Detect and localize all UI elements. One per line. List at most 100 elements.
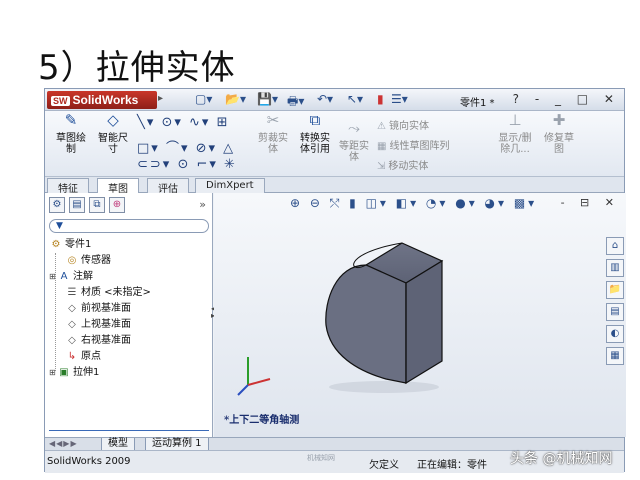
extrude-icon: ▣: [59, 367, 69, 378]
linear-pattern-icon: ▦: [377, 141, 387, 152]
tree-item-label: 原点: [81, 351, 101, 362]
configuration-manager-icon[interactable]: ⧉: [89, 197, 105, 213]
print-icon[interactable]: 🖶▾: [287, 92, 304, 108]
tree-item-right-plane[interactable]: ◇ 右视基准面: [49, 333, 209, 349]
rebuild-icon[interactable]: ▮: [377, 92, 384, 108]
plane-icon: ◇: [68, 319, 76, 330]
tree-item-top-plane[interactable]: ◇ 上视基准面: [49, 317, 209, 333]
status-underdefined: 欠定义: [369, 460, 399, 471]
offset-icon: ⤳: [347, 119, 360, 137]
sketch-button[interactable]: ✎ 草图绘 制: [53, 111, 89, 156]
display-delete-relations-button[interactable]: ⊥ 显示/删 除几...: [495, 113, 535, 156]
repair-sketch-button[interactable]: ✚ 修复草 图: [541, 113, 577, 156]
search-icon[interactable]: ▤: [606, 303, 624, 321]
tab-features[interactable]: 特征: [47, 178, 89, 195]
plane-icon: ◇: [68, 303, 76, 314]
heads-up-view-toolbar[interactable]: ⊕ ⊖ ⤲ ▮ ◫▾ ◧▾ ◔▾ ●▾ ◕▾ ▩▾: [290, 196, 537, 211]
solidworks-window: SW SolidWorks ▸ ▢▾ 📂▾ 💾▾ 🖶▾ ↶▾ ↖▾ ▮ ☰▾ 零件…: [44, 88, 626, 473]
app-name: SolidWorks: [72, 93, 139, 107]
plane-icon: ◇: [68, 335, 76, 346]
feature-manager-icon[interactable]: ⚙: [49, 197, 65, 213]
design-library-icon[interactable]: ▥: [606, 259, 624, 277]
trim-entities-button[interactable]: ✂ 剪裁实 体: [255, 111, 291, 156]
sensor-icon: ◎: [67, 255, 77, 266]
tree-item-front-plane[interactable]: ◇ 前视基准面: [49, 301, 209, 317]
tree-item-annotations[interactable]: ⊞ A 注解: [49, 269, 209, 285]
tree-filter-input[interactable]: ▼: [49, 219, 209, 233]
file-explorer-icon[interactable]: 📁: [606, 281, 624, 299]
mirror-icon: ⚠: [377, 121, 386, 132]
status-editing: 正在编辑：零件: [417, 460, 487, 471]
tree-item-label: 右视基准面: [81, 335, 131, 346]
status-version: SolidWorks 2009: [47, 456, 131, 467]
extruded-solid-model[interactable]: [314, 239, 464, 399]
viewport-window-controls[interactable]: - ⊟ ✕: [561, 196, 620, 209]
part-icon: ⚙: [51, 239, 61, 250]
undo-icon[interactable]: ↶▾: [317, 92, 333, 108]
window-controls[interactable]: ? - _ □ ✕: [513, 92, 620, 106]
material-icon: ☰: [67, 287, 77, 298]
tab-dimxpert[interactable]: DimXpert: [195, 178, 265, 193]
coordinate-triad: [237, 357, 271, 396]
convert-label: 转换实 体引用: [300, 133, 330, 155]
options-icon[interactable]: ☰▾: [391, 92, 408, 108]
new-document-icon[interactable]: ▢▾: [195, 92, 212, 108]
select-cursor-icon[interactable]: ↖▾: [347, 92, 363, 108]
tree-item-sensors[interactable]: ◎ 传感器: [49, 253, 209, 269]
tree-item-label: 注解: [73, 271, 93, 282]
smart-dimension-label: 智能尺 寸: [98, 133, 128, 155]
feature-tree: ⚙ 零件1 ◎ 传感器 ⊞ A 注解 ☰ 材质 <未指定> ◇ 前视基准面 ◇ 上视基准面 ◇…: [49, 237, 209, 381]
title-bar: SW SolidWorks ▸ ▢▾ 📂▾ 💾▾ 🖶▾ ↶▾ ↖▾ ▮ ☰▾ 零件…: [45, 89, 624, 111]
offset-label: 等距实 体: [339, 141, 369, 163]
linear-pattern-button[interactable]: ▦ 线性草图阵列: [377, 137, 449, 152]
convert-entities-button[interactable]: ⧉ 转换实 体引用: [295, 113, 335, 156]
tree-item-label: 前视基准面: [81, 303, 131, 314]
command-tabs: 特征 草图 评估 DimXpert: [45, 177, 624, 195]
mirror-entities-button[interactable]: ⚠ 镜向实体: [377, 117, 429, 132]
move-entities-button[interactable]: ⇲ 移动实体: [377, 157, 428, 172]
sketch-tools-row-1[interactable]: ╲▾ ⊙▾ ∿▾ ⊞: [137, 115, 229, 130]
panel-expand-icon[interactable]: »: [199, 198, 206, 211]
open-folder-icon[interactable]: 📂▾: [225, 92, 246, 108]
custom-properties-icon[interactable]: ▦: [606, 347, 624, 365]
move-icon: ⇲: [377, 161, 386, 172]
sw-logo-icon: SW: [51, 96, 70, 106]
tree-item-label: 拉伸1: [73, 367, 100, 378]
expand-icon[interactable]: ⊞: [49, 269, 57, 285]
mirror-label: 镜向实体: [388, 121, 429, 132]
tab-sketch[interactable]: 草图: [97, 178, 139, 195]
tab-nav-arrows-icon[interactable]: ◀◀▶▶: [49, 439, 78, 448]
tree-item-label: 传感器: [81, 255, 111, 266]
trim-icon: ✂: [266, 111, 280, 129]
sketch-label: 草图绘 制: [56, 133, 86, 155]
dimxpert-manager-icon[interactable]: ⊕: [109, 197, 125, 213]
menu-arrow-icon[interactable]: ▸: [158, 93, 163, 104]
display-delete-label: 显示/删 除几...: [498, 133, 532, 155]
offset-entities-button[interactable]: ⤳ 等距实 体: [337, 119, 371, 164]
expand-icon[interactable]: ⊞: [49, 365, 57, 381]
tree-item-extrude[interactable]: ⊞ ▣ 拉伸1: [49, 365, 209, 381]
sketch-tools-row-2[interactable]: □▾ ⌒▾ ⊘▾ △: [137, 137, 235, 156]
appearances-icon[interactable]: ◐: [606, 325, 624, 343]
smart-dimension-button[interactable]: ◇ 智能尺 寸: [95, 111, 131, 156]
tree-root-label: 零件1: [65, 239, 92, 250]
move-label: 移动实体: [388, 161, 429, 172]
tree-item-material[interactable]: ☰ 材质 <未指定>: [49, 285, 209, 301]
feature-manager-panel: ⚙ ▤ ⧉ ⊕ » ▼ ⚙ 零件1 ◎ 传感器 ⊞ A 注解 ☰ 材质 <未指定> ◇ 前视基准面…: [45, 193, 213, 437]
task-pane-tabs: ⌂ ▥ 📁 ▤ ◐ ▦: [606, 237, 624, 369]
property-manager-icon[interactable]: ▤: [69, 197, 85, 213]
sketch-tools-row-3[interactable]: ⊂⊃▾ ⊙ ⌐▾ ✳: [137, 157, 237, 172]
filter-icon: ▼: [56, 221, 63, 231]
tree-item-origin[interactable]: ↳ 原点: [49, 349, 209, 365]
sketch-icon: ✎: [64, 111, 78, 129]
save-icon[interactable]: 💾▾: [257, 92, 278, 108]
status-faint-mark: 机械知网: [307, 454, 335, 462]
resources-icon[interactable]: ⌂: [606, 237, 624, 255]
solidworks-logo[interactable]: SW SolidWorks: [47, 91, 157, 109]
graphics-area[interactable]: ⊕ ⊖ ⤲ ▮ ◫▾ ◧▾ ◔▾ ●▾ ◕▾ ▩▾ - ⊟ ✕ *上下二等角轴测…: [214, 193, 626, 437]
tab-evaluate[interactable]: 评估: [147, 178, 189, 195]
view-orientation-label: *上下二等角轴测: [224, 415, 300, 426]
smart-dimension-icon: ◇: [107, 111, 119, 129]
watermark: 头条 @机械知网: [510, 451, 613, 467]
tree-root[interactable]: ⚙ 零件1: [49, 237, 209, 253]
